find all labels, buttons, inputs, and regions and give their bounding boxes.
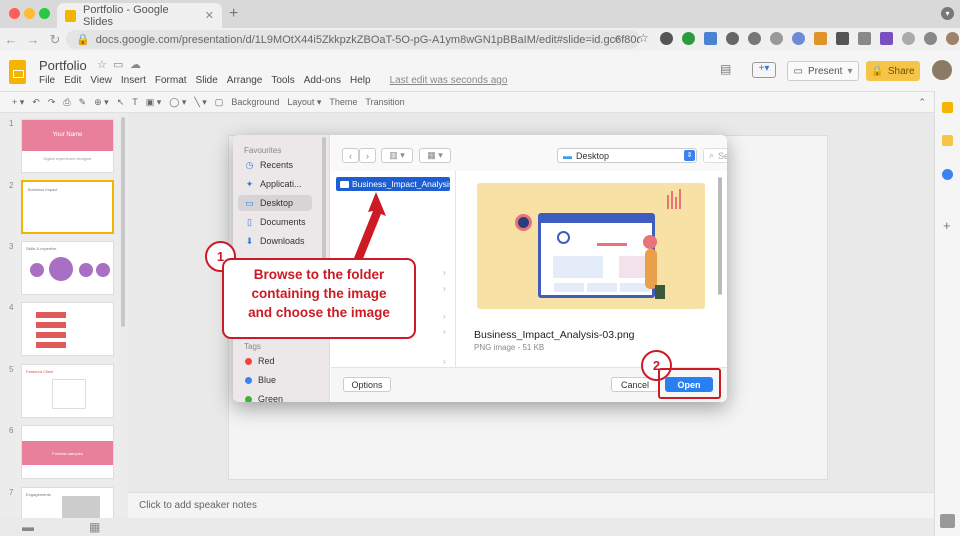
callout-line: Browse to the folder [253, 267, 385, 282]
open-button-highlight [658, 368, 721, 399]
callout-line: and choose the image [248, 305, 390, 320]
arrow-shape [354, 192, 386, 261]
annotation-arrow [354, 192, 386, 261]
callout-line: containing the image [251, 286, 387, 301]
instruction-callout: Browse to the folder containing the imag… [222, 258, 416, 339]
